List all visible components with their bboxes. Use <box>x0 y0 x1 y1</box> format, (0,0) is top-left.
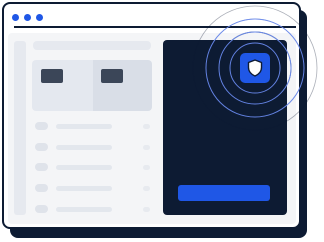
shield-icon <box>247 59 263 77</box>
radar-rings <box>192 5 318 131</box>
